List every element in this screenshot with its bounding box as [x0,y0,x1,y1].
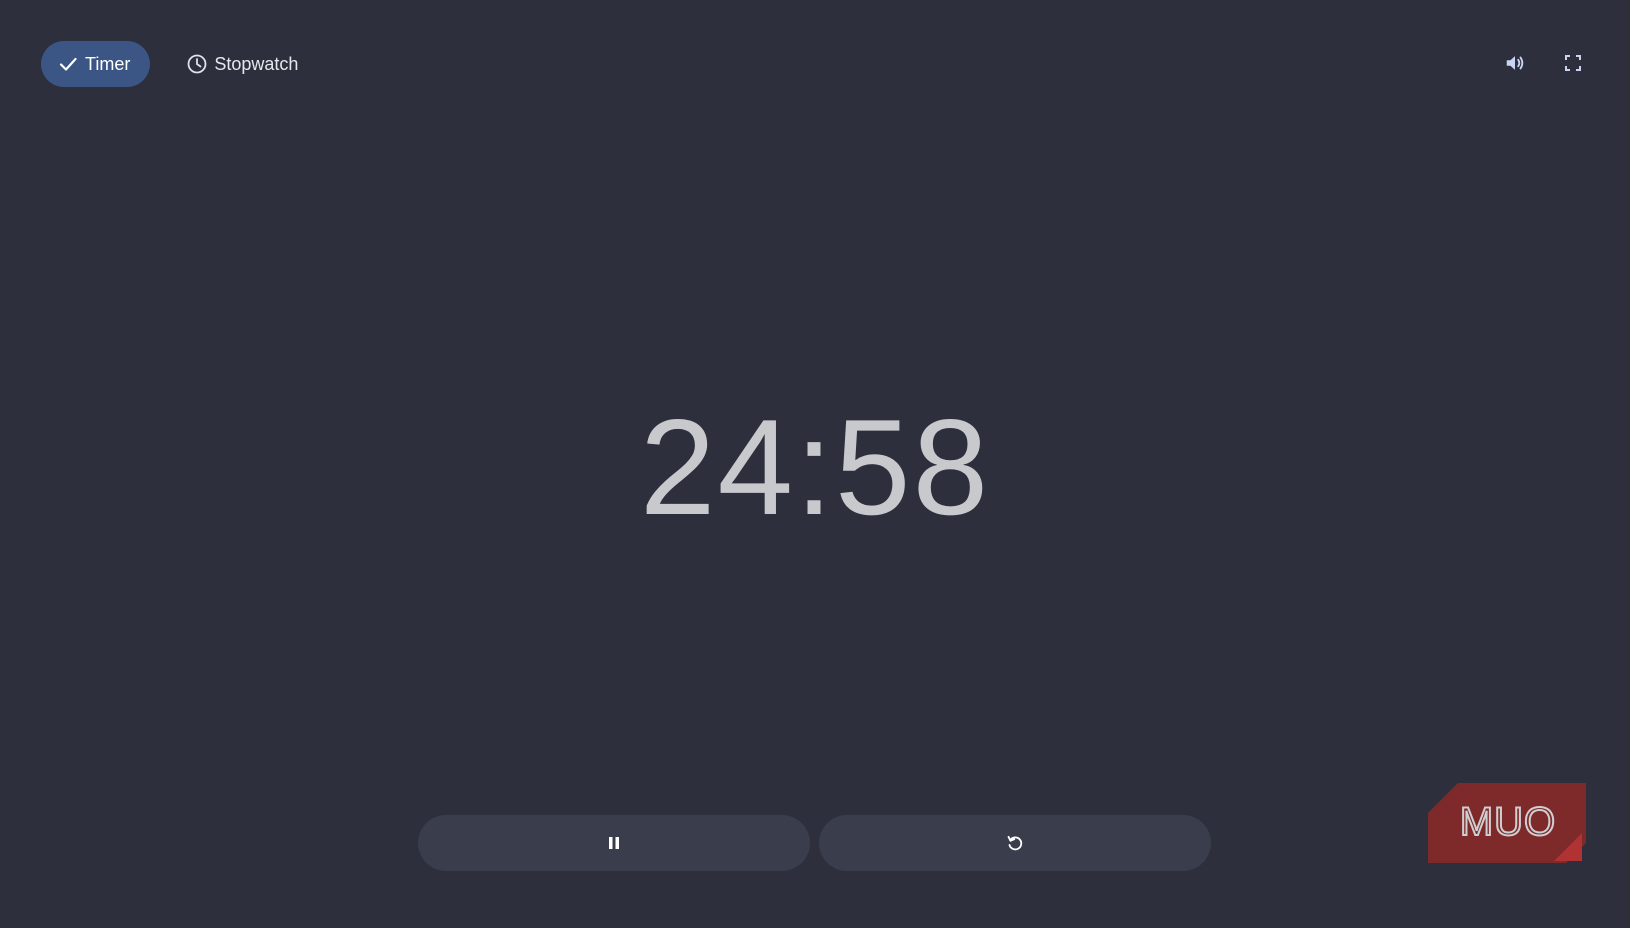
tab-stopwatch-label: Stopwatch [214,53,299,74]
timer-display: 24:58 [639,391,991,543]
svg-text:MUO: MUO [1460,800,1556,844]
timer-controls [418,815,1211,871]
timer-app: Timer Stopwatch 24:58 MUO [0,0,1630,928]
fullscreen-icon [1565,55,1581,71]
reset-button[interactable] [819,815,1211,871]
check-icon [57,53,79,75]
mode-tabs: Timer Stopwatch [41,41,318,87]
tab-stopwatch[interactable]: Stopwatch [170,41,318,87]
page-edge [1630,0,1650,928]
tab-timer-label: Timer [85,53,131,74]
muo-watermark-logo: MUO [1428,783,1586,863]
top-toolbar [1500,48,1588,78]
reset-icon [1007,835,1023,851]
volume-button[interactable] [1500,48,1530,78]
tab-timer[interactable]: Timer [41,41,151,87]
clock-icon [186,53,208,75]
pause-icon [609,837,619,849]
volume-icon [1506,56,1524,70]
fullscreen-button[interactable] [1558,48,1588,78]
pause-button[interactable] [418,815,810,871]
